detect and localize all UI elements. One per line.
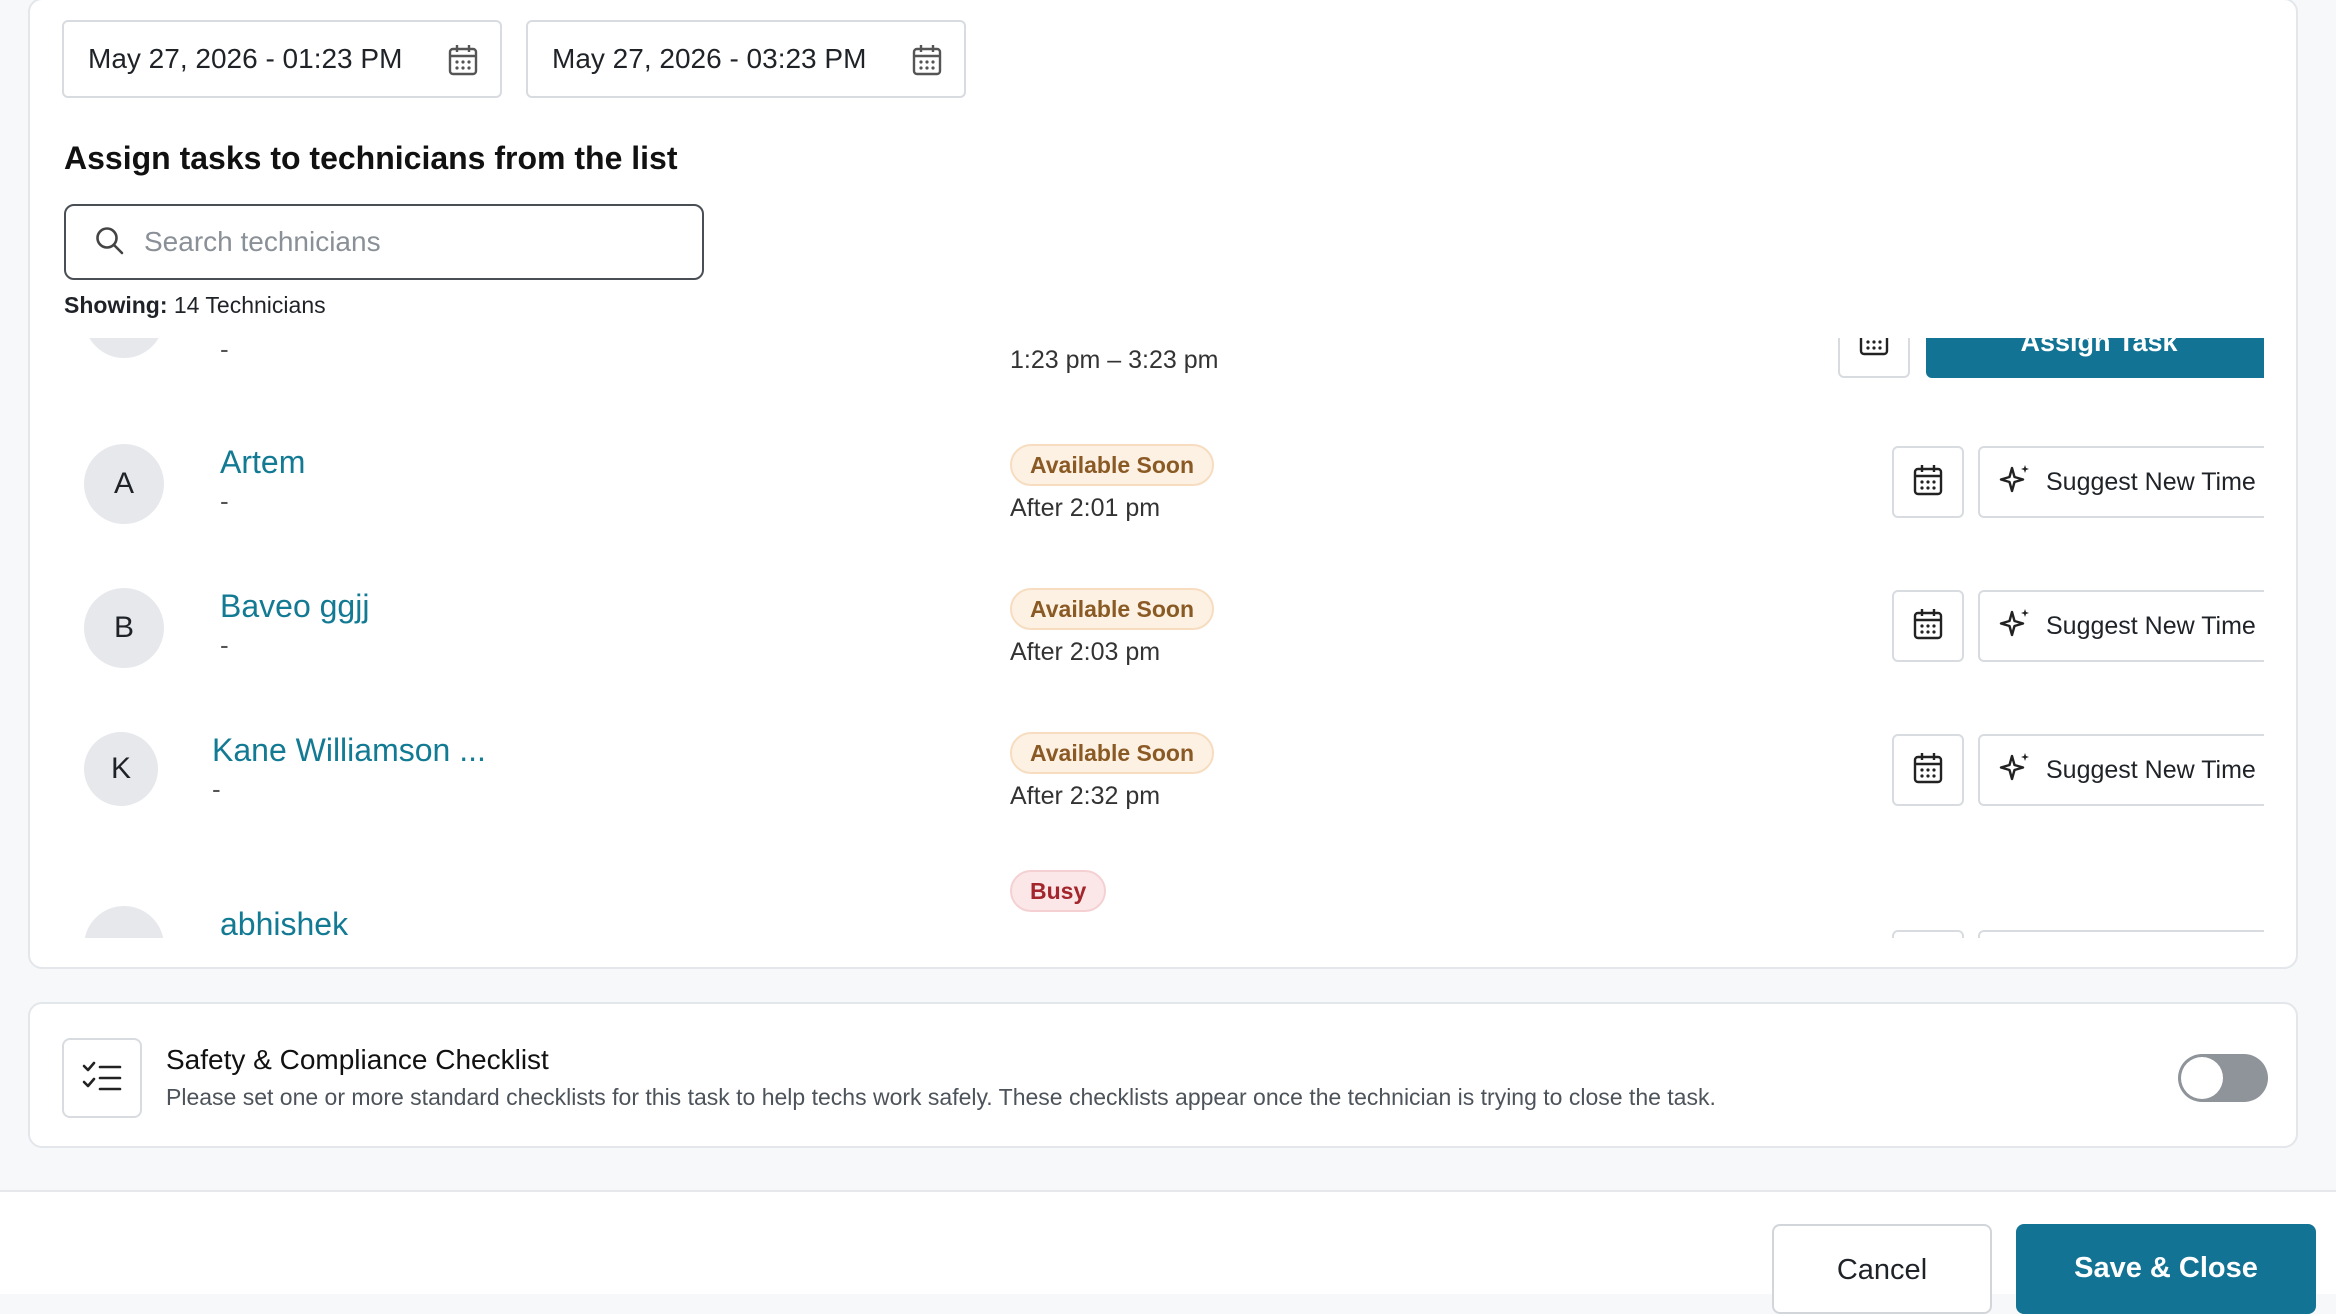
- technician-name[interactable]: Kane Williamson ...: [212, 732, 486, 769]
- suggest-new-time-button[interactable]: Suggest New Time: [1978, 590, 2264, 662]
- safety-title: Safety & Compliance Checklist: [166, 1044, 549, 1075]
- cancel-button[interactable]: Cancel: [1772, 1224, 1992, 1314]
- start-datetime-value: May 27, 2026 - 01:23 PM: [88, 43, 403, 74]
- suggest-label: Suggest New Time: [2046, 755, 2256, 784]
- availability-text: After 2:03 pm: [1010, 638, 1161, 666]
- toggle-knob: [2181, 1057, 2223, 1099]
- safety-checklist-card: Safety & Compliance Checklist Please set…: [28, 1002, 2298, 1148]
- technician-list[interactable]: V - 1:23 pm – 3:23 pm Assign Task A Arte…: [64, 338, 2264, 938]
- status-badge: Available Soon: [1010, 444, 1215, 486]
- technician-name[interactable]: Baveo ggjj: [220, 588, 369, 625]
- availability-text: 1:23 pm – 3:23 pm: [1010, 346, 1219, 374]
- calendar-button[interactable]: [1892, 446, 1964, 518]
- calendar-button[interactable]: [1892, 734, 1964, 806]
- technician-row[interactable]: K Kane Williamson ... - Available Soon A…: [64, 712, 2264, 832]
- technician-row[interactable]: A Artem - Available Soon After 2:01 pm S…: [64, 424, 2264, 544]
- technician-search[interactable]: [64, 204, 704, 280]
- sparkle-icon: [1998, 462, 2032, 503]
- avatar: K: [84, 732, 158, 806]
- technician-row[interactable]: abhishek Busy: [64, 856, 2264, 938]
- avatar: A: [84, 444, 164, 524]
- safety-toggle[interactable]: [2178, 1054, 2268, 1102]
- avatar: B: [84, 588, 164, 668]
- footer-bar: Cancel Save & Close: [0, 1190, 2336, 1314]
- calendar-icon: [1913, 752, 1943, 789]
- availability-text: After 2:32 pm: [1010, 782, 1161, 810]
- suggest-new-time-button[interactable]: Suggest New Time: [1978, 446, 2264, 518]
- status-badge: Available Soon: [1010, 732, 1215, 774]
- showing-label: Showing:: [64, 292, 168, 318]
- calendar-icon[interactable]: [912, 44, 942, 83]
- suggest-new-time-button[interactable]: Suggest New Time: [1978, 734, 2264, 806]
- calendar-icon: [1913, 464, 1943, 501]
- calendar-icon: [1859, 338, 1889, 361]
- safety-description: Please set one or more standard checklis…: [166, 1084, 1716, 1110]
- avatar: [84, 906, 164, 938]
- status-badge: Busy: [1010, 870, 1107, 912]
- checklist-icon: [62, 1038, 142, 1118]
- scheduling-card: May 27, 2026 - 01:23 PM May 27, 2026 - 0…: [28, 0, 2298, 969]
- technician-subtitle: -: [220, 338, 229, 364]
- calendar-icon: [1913, 608, 1943, 645]
- status-badge: Available Soon: [1010, 588, 1215, 630]
- showing-count: Showing: 14 Technicians: [64, 292, 326, 319]
- technician-subtitle: -: [212, 774, 221, 804]
- assign-section-title: Assign tasks to technicians from the lis…: [64, 140, 678, 176]
- calendar-icon[interactable]: [448, 44, 478, 83]
- suggest-label: Suggest New Time: [2046, 467, 2256, 496]
- showing-value: 14 Technicians: [173, 292, 326, 318]
- calendar-button[interactable]: [1892, 930, 1964, 938]
- technician-name[interactable]: abhishek: [220, 906, 348, 938]
- calendar-button[interactable]: [1892, 590, 1964, 662]
- suggest-new-time-button[interactable]: [1978, 930, 2264, 938]
- technician-row[interactable]: B Baveo ggjj - Available Soon After 2:03…: [64, 568, 2264, 688]
- technician-name[interactable]: Artem: [220, 444, 305, 481]
- calendar-button[interactable]: [1838, 338, 1910, 378]
- save-close-button[interactable]: Save & Close: [2016, 1224, 2316, 1314]
- technician-subtitle: -: [220, 486, 229, 516]
- sparkle-icon: [1998, 606, 2032, 647]
- end-datetime-field[interactable]: May 27, 2026 - 03:23 PM: [526, 20, 966, 98]
- start-datetime-field[interactable]: May 27, 2026 - 01:23 PM: [62, 20, 502, 98]
- end-datetime-value: May 27, 2026 - 03:23 PM: [552, 43, 867, 74]
- search-input[interactable]: [142, 225, 666, 259]
- availability-text: After 2:01 pm: [1010, 494, 1161, 522]
- sparkle-icon: [1998, 750, 2032, 791]
- search-icon: [94, 225, 124, 260]
- technician-subtitle: -: [220, 630, 229, 660]
- assign-task-button[interactable]: Assign Task: [1926, 338, 2264, 378]
- suggest-label: Suggest New Time: [2046, 611, 2256, 640]
- technician-row[interactable]: V - 1:23 pm – 3:23 pm Assign Task: [64, 338, 2264, 388]
- avatar: V: [84, 338, 164, 358]
